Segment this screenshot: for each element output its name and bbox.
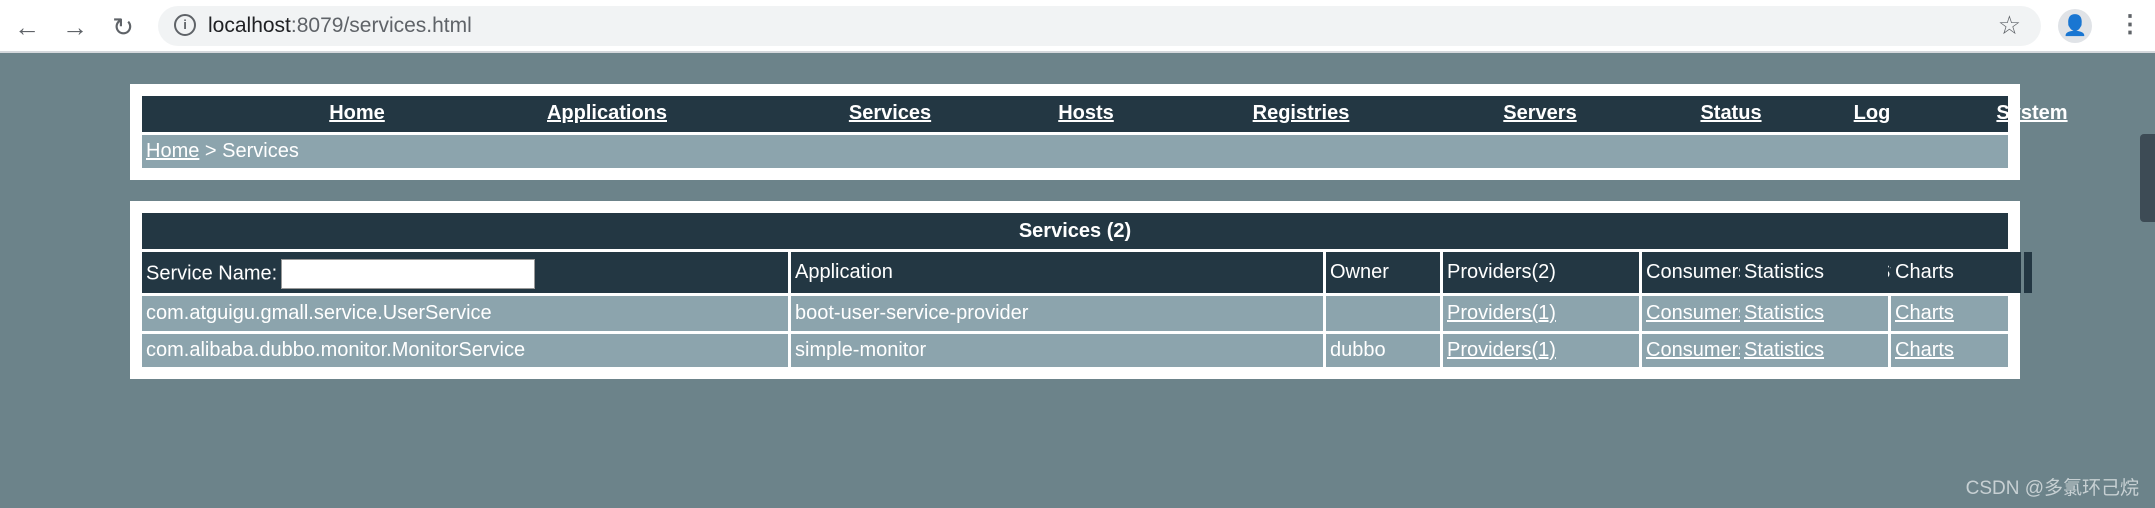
charts-link[interactable]: Charts xyxy=(1895,339,1954,361)
charts-cell: Charts xyxy=(1891,296,2008,331)
service-name-cell: com.atguigu.gmall.service.UserService xyxy=(142,296,788,331)
charts-header: Charts xyxy=(1891,252,2008,293)
owner-cell: dubbo xyxy=(1326,334,1440,367)
providers-cell: Providers(1) xyxy=(1443,334,1639,367)
reload-icon[interactable]: ↻ xyxy=(106,10,140,44)
statistics-cell: Statistics xyxy=(1740,334,1888,367)
breadcrumb: Home > Services xyxy=(142,135,2008,168)
url-text[interactable]: localhost:8079/services.html xyxy=(208,14,472,38)
services-title: Services (2) xyxy=(142,213,2008,249)
info-icon[interactable]: i xyxy=(174,14,196,36)
owner-cell xyxy=(1326,296,1440,331)
application-cell: simple-monitor xyxy=(791,334,1323,367)
back-icon[interactable]: ← xyxy=(10,10,44,44)
providers-cell: Providers(1) xyxy=(1443,296,1639,331)
nav-panel: Home Applications Services Hosts Registr… xyxy=(130,84,2068,180)
bookmark-star-icon[interactable]: ☆ xyxy=(1998,10,2021,41)
nav-system[interactable]: System xyxy=(1996,102,2067,125)
service-name-header: Service Name: xyxy=(142,252,788,293)
nav-services[interactable]: Services xyxy=(849,102,931,125)
statistics-link[interactable]: Statistics xyxy=(1744,339,1824,361)
application-cell: boot-user-service-provider xyxy=(791,296,1323,331)
statistics-header: Statistics xyxy=(1740,252,1888,293)
statistics-link[interactable]: Statistics xyxy=(1744,302,1824,324)
profile-avatar-icon[interactable]: 👤 xyxy=(2058,9,2092,43)
providers-link[interactable]: Providers(1) xyxy=(1447,339,1556,361)
statistics-cell: Statistics xyxy=(1740,296,1888,331)
nav-servers[interactable]: Servers xyxy=(1503,102,1576,125)
nav-hosts[interactable]: Hosts xyxy=(1058,102,1114,125)
watermark: CSDN @多氯环己烷 xyxy=(1965,478,2139,499)
url-host: localhost xyxy=(208,14,291,37)
more-menu-icon[interactable]: ⋮ xyxy=(2118,10,2142,39)
breadcrumb-separator: > xyxy=(199,140,223,162)
nav-log[interactable]: Log xyxy=(1854,102,1891,125)
breadcrumb-current: Services xyxy=(222,140,299,162)
providers-link[interactable]: Providers(1) xyxy=(1447,302,1556,324)
application-header: Application xyxy=(791,252,1323,293)
breadcrumb-home[interactable]: Home xyxy=(146,140,199,162)
forward-icon[interactable]: → xyxy=(58,10,92,44)
extension-widget[interactable] xyxy=(2140,134,2155,222)
url-path: :8079/services.html xyxy=(290,14,472,37)
service-name-input[interactable] xyxy=(281,259,536,289)
nav-registries[interactable]: Registries xyxy=(1253,102,1350,125)
service-name-label: Service Name: xyxy=(146,262,278,285)
nav-home[interactable]: Home xyxy=(329,102,385,125)
nav-status[interactable]: Status xyxy=(1700,102,1761,125)
service-name-cell: com.alibaba.dubbo.monitor.MonitorService xyxy=(142,334,788,367)
nav-applications[interactable]: Applications xyxy=(547,102,667,125)
providers-header: Providers(2) xyxy=(1443,252,1639,293)
charts-link[interactable]: Charts xyxy=(1895,302,1954,324)
charts-cell: Charts xyxy=(1891,334,2008,367)
address-bar[interactable]: i localhost:8079/services.html ☆ xyxy=(158,6,2041,46)
services-panel: Services (2) Service Name: Application O… xyxy=(130,201,2032,379)
owner-header: Owner xyxy=(1326,252,1440,293)
browser-toolbar: ← → ↻ i localhost:8079/services.html ☆ 👤… xyxy=(0,0,2155,53)
main-nav: Home Applications Services Hosts Registr… xyxy=(142,96,2068,132)
